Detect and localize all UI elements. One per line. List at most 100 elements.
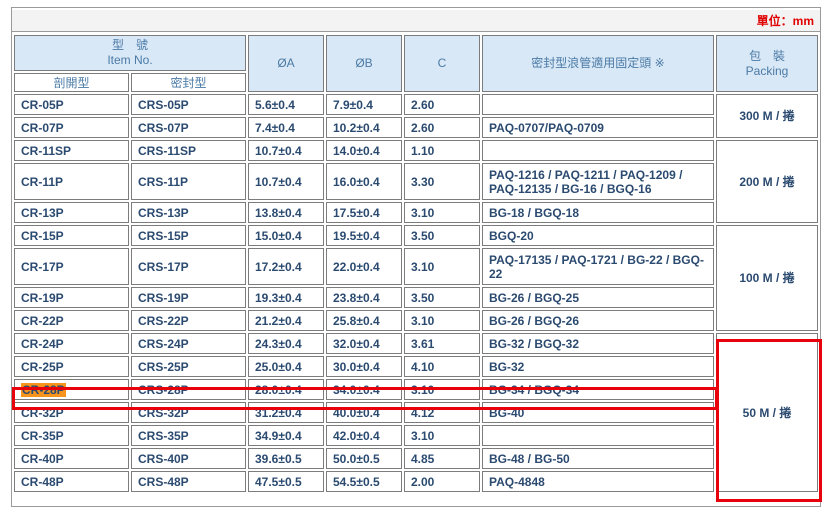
table-row: CR-13P CRS-13P 13.8±0.4 17.5±0.4 3.10 BG… xyxy=(14,202,818,223)
fitting-cell: BGQ-20 xyxy=(482,225,714,246)
fitting-cell: BG-34 / BGQ-34 xyxy=(482,379,714,400)
table-row: CR-25P CRS-25P 25.0±0.4 30.0±0.4 4.10 BG… xyxy=(14,356,818,377)
table-row: CR-17P CRS-17P 17.2±0.4 22.0±0.4 3.10 PA… xyxy=(14,248,818,285)
sealed-type-cell: CRS-28P xyxy=(131,379,246,400)
dia-a-cell: 39.6±0.5 xyxy=(248,448,324,469)
fitting-cell: BG-18 / BGQ-18 xyxy=(482,202,714,223)
c-cell: 3.10 xyxy=(404,310,480,331)
dia-a-cell: 25.0±0.4 xyxy=(248,356,324,377)
dia-a-cell: 28.0±0.4 xyxy=(248,379,324,400)
dia-a-cell: 5.6±0.4 xyxy=(248,94,324,115)
packing-cell: 100 M / 捲 xyxy=(716,225,818,331)
dia-b-cell: 7.9±0.4 xyxy=(326,94,402,115)
unit-label: 單位：mm xyxy=(12,10,820,32)
open-type-cell: CR-17P xyxy=(14,248,129,285)
spec-table: 型 號 Item No. ØA ØB C 密封型浪管適用固定頭 ※ 包 裝 Pa… xyxy=(12,33,820,494)
sealed-type-cell: CRS-15P xyxy=(131,225,246,246)
open-type-cell: CR-35P xyxy=(14,425,129,446)
dia-b-header: ØB xyxy=(326,35,402,92)
dia-b-cell: 17.5±0.4 xyxy=(326,202,402,223)
table-row: CR-24P CRS-24P 24.3±0.4 32.0±0.4 3.61 BG… xyxy=(14,333,818,492)
dia-b-cell: 14.0±0.4 xyxy=(326,140,402,161)
dia-a-cell: 13.8±0.4 xyxy=(248,202,324,223)
table-row: CR-28P CRS-28P 28.0±0.4 34.0±0.4 3.10 BG… xyxy=(14,379,818,400)
sealed-type-cell: CRS-48P xyxy=(131,471,246,492)
c-cell: 3.30 xyxy=(404,163,480,200)
c-header: C xyxy=(404,35,480,92)
open-type-cell: CR-19P xyxy=(14,287,129,308)
table-row: CR-19P CRS-19P 19.3±0.4 23.8±0.4 3.50 BG… xyxy=(14,287,818,308)
dia-b-cell: 42.0±0.4 xyxy=(326,425,402,446)
open-type-cell: CR-48P xyxy=(14,471,129,492)
open-type-cell: CR-11P xyxy=(14,163,129,200)
table-row: CR-07P CRS-07P 7.4±0.4 10.2±0.4 2.60 PAQ… xyxy=(14,117,818,138)
packing-zh: 包 裝 xyxy=(748,48,785,63)
sealed-type-cell: CRS-35P xyxy=(131,425,246,446)
table-row: CR-05P CRS-05P 5.6±0.4 7.9±0.4 2.60 300 … xyxy=(14,94,818,138)
open-type-cell: CR-15P xyxy=(14,225,129,246)
fitting-cell xyxy=(482,94,714,115)
sealed-type-cell: CRS-19P xyxy=(131,287,246,308)
open-type-cell: CR-28P xyxy=(14,379,129,400)
dia-a-cell: 34.9±0.4 xyxy=(248,425,324,446)
c-cell: 4.85 xyxy=(404,448,480,469)
dia-a-header: ØA xyxy=(248,35,324,92)
open-type-cell: CR-32P xyxy=(14,402,129,423)
highlighted-item: CR-28P xyxy=(21,382,66,397)
dia-b-cell: 25.8±0.4 xyxy=(326,310,402,331)
table-row: CR-32P CRS-32P 31.2±0.4 40.0±0.4 4.12 BG… xyxy=(14,402,818,423)
open-type-cell: CR-22P xyxy=(14,310,129,331)
packing-en: Packing xyxy=(745,63,789,78)
dia-b-cell: 34.0±0.4 xyxy=(326,379,402,400)
c-cell: 2.00 xyxy=(404,471,480,492)
dia-a-cell: 17.2±0.4 xyxy=(248,248,324,285)
c-cell: 3.10 xyxy=(404,425,480,446)
dia-b-cell: 54.5±0.5 xyxy=(326,471,402,492)
open-type-cell: CR-25P xyxy=(14,356,129,377)
sealed-type-cell: CRS-07P xyxy=(131,117,246,138)
dia-a-cell: 19.3±0.4 xyxy=(248,287,324,308)
table-row: CR-22P CRS-22P 21.2±0.4 25.8±0.4 3.10 BG… xyxy=(14,310,818,331)
dia-b-cell: 50.0±0.5 xyxy=(326,448,402,469)
c-cell: 1.10 xyxy=(404,140,480,161)
c-cell: 3.50 xyxy=(404,225,480,246)
open-type-cell: CR-40P xyxy=(14,448,129,469)
c-cell: 3.10 xyxy=(404,379,480,400)
dia-a-cell: 7.4±0.4 xyxy=(248,117,324,138)
dia-a-cell: 21.2±0.4 xyxy=(248,310,324,331)
dia-b-cell: 19.5±0.4 xyxy=(326,225,402,246)
table-row: CR-35P CRS-35P 34.9±0.4 42.0±0.4 3.10 xyxy=(14,425,818,446)
sealed-type-cell: CRS-22P xyxy=(131,310,246,331)
c-cell: 3.50 xyxy=(404,287,480,308)
packing-cell: 300 M / 捲 xyxy=(716,94,818,138)
table-row: CR-11SP CRS-11SP 10.7±0.4 14.0±0.4 1.10 … xyxy=(14,140,818,223)
fitting-cell: BG-48 / BG-50 xyxy=(482,448,714,469)
sealed-type-cell: CRS-32P xyxy=(131,402,246,423)
fitting-cell: PAQ-0707/PAQ-0709 xyxy=(482,117,714,138)
dia-a-cell: 31.2±0.4 xyxy=(248,402,324,423)
sealed-type-cell: CRS-25P xyxy=(131,356,246,377)
table-row: CR-40P CRS-40P 39.6±0.5 50.0±0.5 4.85 BG… xyxy=(14,448,818,469)
table-row: CR-11P CRS-11P 10.7±0.4 16.0±0.4 3.30 PA… xyxy=(14,163,818,200)
fitting-cell xyxy=(482,425,714,446)
packing-header: 包 裝 Packing xyxy=(716,35,818,92)
dia-a-cell: 15.0±0.4 xyxy=(248,225,324,246)
open-type-cell: CR-05P xyxy=(14,94,129,115)
fitting-cell: BG-40 xyxy=(482,402,714,423)
item-no-en: Item No. xyxy=(107,53,153,67)
fitting-header: 密封型浪管適用固定頭 ※ xyxy=(482,35,714,92)
c-cell: 3.10 xyxy=(404,248,480,285)
dia-a-cell: 24.3±0.4 xyxy=(248,333,324,354)
fitting-cell: BG-32 xyxy=(482,356,714,377)
open-type-header: 剖開型 xyxy=(14,73,129,92)
dia-b-cell: 23.8±0.4 xyxy=(326,287,402,308)
c-cell: 4.10 xyxy=(404,356,480,377)
open-type-cell: CR-11SP xyxy=(14,140,129,161)
packing-cell: 50 M / 捲 xyxy=(716,333,818,492)
c-cell: 4.12 xyxy=(404,402,480,423)
sealed-type-cell: CRS-05P xyxy=(131,94,246,115)
dia-b-cell: 22.0±0.4 xyxy=(326,248,402,285)
open-type-cell: CR-07P xyxy=(14,117,129,138)
sealed-type-cell: CRS-11SP xyxy=(131,140,246,161)
dia-a-cell: 10.7±0.4 xyxy=(248,163,324,200)
